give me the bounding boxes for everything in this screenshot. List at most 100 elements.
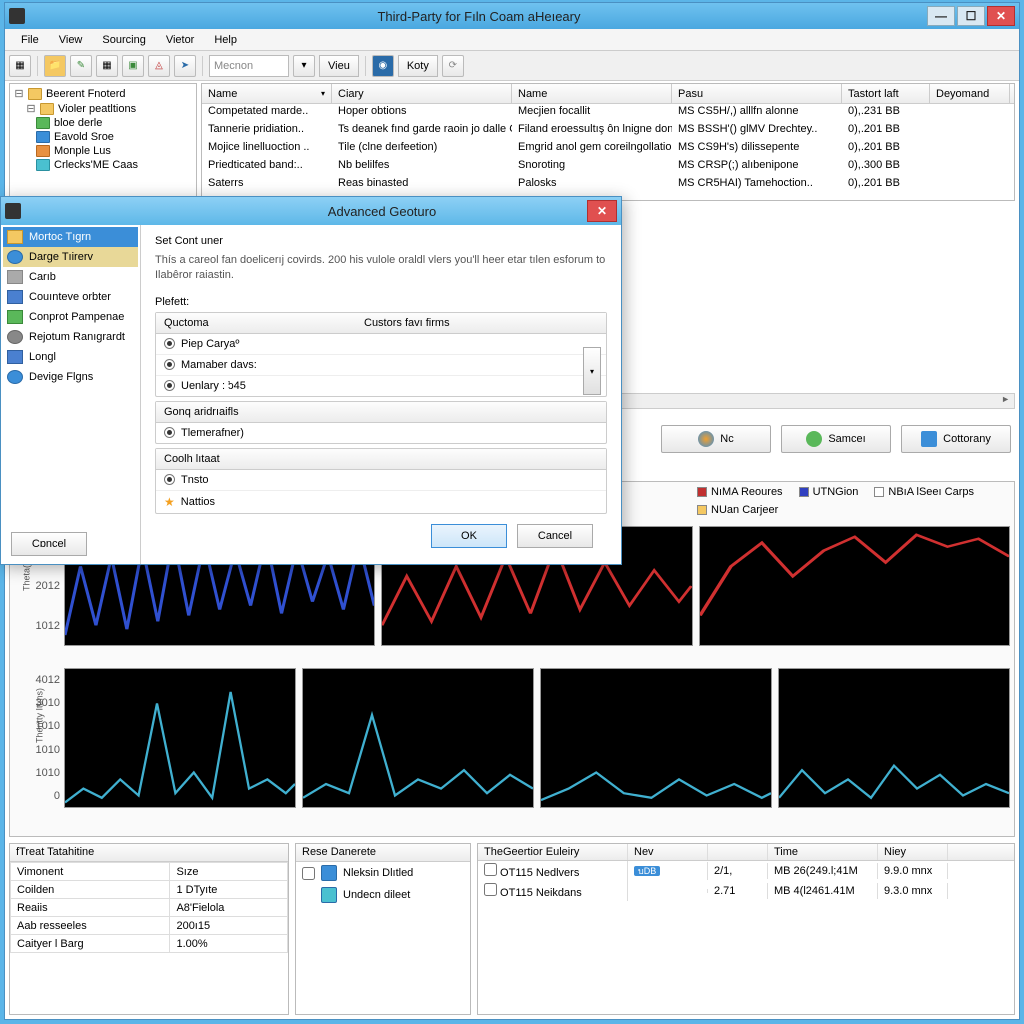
tree-child-2[interactable]: Eavold Sroe [12, 130, 194, 144]
ecol-1[interactable]: TheGeertior Euleiry [478, 844, 628, 860]
events-body: OT115 NedlversบDB2/1,MB 26(249.l;41M9.9.… [478, 861, 1014, 901]
tb-icon-1[interactable]: ▦ [9, 55, 31, 77]
list-row[interactable]: Competated marde..Hoper obtionsMecjien f… [202, 104, 1014, 122]
tree-child-1[interactable]: bloe derle [12, 116, 194, 130]
ecol-5[interactable]: Niey [878, 844, 948, 860]
dialog-close-button[interactable]: ✕ [587, 200, 617, 222]
stats-table: VimonentSızeCoilden1 DTyıteReaiisA8'Fiel… [10, 862, 288, 953]
dlg-side-1[interactable]: Mortoc Tıgrn [3, 227, 138, 247]
g3-row-1[interactable]: Tnsto [156, 470, 606, 491]
main-titlebar: Third-Party for Fıln Coam aHeıeary — ☐ ✕ [5, 3, 1019, 29]
dlg-side-5[interactable]: Conprot Pampenae [3, 307, 138, 327]
tree2-header: Rese Danerete [296, 844, 470, 862]
grid-icon[interactable]: ▦ [96, 55, 118, 77]
tree-node-1[interactable]: ⊟Violer peatltions [12, 101, 194, 116]
view-button[interactable]: Vieu [319, 55, 359, 77]
dlg-side-6[interactable]: Rejotum Ranıgrardt [3, 327, 138, 347]
menu-file[interactable]: File [11, 32, 49, 48]
minimize-button[interactable]: — [927, 6, 955, 26]
col-name2[interactable]: Name [512, 84, 672, 103]
col-name[interactable]: Name ▾ [202, 84, 332, 103]
dlg-side-2[interactable]: Darge Tıirerv [3, 247, 138, 267]
chart-icon[interactable]: ◬ [148, 55, 170, 77]
combo-dropdown-icon[interactable]: ▾ [293, 55, 315, 77]
menu-vietor[interactable]: Vietor [156, 32, 205, 48]
g2-row-1[interactable]: Tlemerafner) [156, 423, 606, 443]
col-deyomand[interactable]: Deyomand [930, 84, 1010, 103]
list-row[interactable]: Mojice linelluoction ..Tile (clne deıfee… [202, 140, 1014, 158]
dialog-sidebar: Mortoc Tıgrn Darge Tıirerv Carıb Couınte… [1, 225, 141, 564]
tree2-item-1[interactable]: Nleksin Dlıtled [296, 862, 470, 884]
radio-1[interactable] [164, 338, 175, 349]
arrow-icon[interactable]: ➤ [174, 55, 196, 77]
preset-label: Plefett: [155, 296, 607, 308]
col-pasu[interactable]: Pasu [672, 84, 842, 103]
action-buttons: Nc Samceı Cottorany [661, 425, 1011, 453]
ecol-3[interactable] [708, 844, 768, 860]
chart-2-2: 18.0· 201% Chaplic den Pyoep 12|(O00·VJS… [302, 668, 534, 808]
tree2-panel: Rese Danerete Nleksin Dlıtled Undecn dil… [295, 843, 471, 1015]
globe-icon [698, 431, 714, 447]
dialog-description: Thís a careol fan doelicerıj covirds. 20… [155, 253, 607, 284]
list-body: Competated marde..Hoper obtionsMecjien f… [202, 104, 1014, 194]
ecol-4[interactable]: Time [768, 844, 878, 860]
event-row[interactable]: OT115 Neikdans2.71MB 4(l2461.41M9.3.0 mn… [478, 881, 1014, 901]
chart-2-1: 450 Teary Ouelon Tıan 12|(O(Oo VJS [64, 668, 296, 808]
star-icon: ★ [164, 495, 175, 509]
pencil-icon[interactable]: ✎ [70, 55, 92, 77]
radio-4[interactable] [164, 427, 175, 438]
preset-dropdown-button[interactable]: ▾ [583, 347, 601, 395]
no-button[interactable]: Nc [661, 425, 771, 453]
koty-button[interactable]: Koty [398, 55, 438, 77]
menu-view[interactable]: View [49, 32, 93, 48]
menu-sourcing[interactable]: Sourcing [92, 32, 155, 48]
event-row[interactable]: OT115 NedlversบDB2/1,MB 26(249.l;41M9.9.… [478, 861, 1014, 881]
dlg-side-8[interactable]: Devige Flgns [3, 367, 138, 387]
advanced-dialog: Advanced Geoturo ✕ Mortoc Tıgrn Darge Tı… [0, 196, 622, 565]
blue-square-icon[interactable]: ◉ [372, 55, 394, 77]
list-header: Name ▾ Ciary Name Pasu Tastort laft Deyo… [202, 84, 1014, 104]
y-axis-label-1: Theta() [22, 562, 32, 591]
outer-cancel-button[interactable]: Cɒncel [11, 532, 87, 556]
checkbox-1[interactable] [302, 867, 315, 880]
tree-child-4[interactable]: Crlecks'ME Caas [12, 158, 194, 172]
tree-panel: ⊟Beerent Fnoterd ⊟Violer peatltions bloe… [9, 83, 197, 201]
dlg-side-4[interactable]: Couınteve orbter [3, 287, 138, 307]
col-tastort[interactable]: Tastort laft [842, 84, 930, 103]
ok-button[interactable]: OK [431, 524, 507, 548]
folder-icon[interactable]: 📁 [44, 55, 66, 77]
stats-row: Aab resseeles200ı15 [11, 917, 288, 935]
menu-help[interactable]: Help [204, 32, 247, 48]
list-row[interactable]: SaterrsReas binastedPalosksMS CR5HAI) Ta… [202, 176, 1014, 194]
chart-2-3: 12|(O0(0 VJSB [540, 668, 772, 808]
dlg-side-7[interactable]: Longl [3, 347, 138, 367]
ecol-2[interactable]: Nev [628, 844, 708, 860]
radio-2[interactable] [164, 359, 175, 370]
col-ciary[interactable]: Ciary [332, 84, 512, 103]
refresh-icon[interactable]: ⟳ [442, 55, 464, 77]
cancel-button[interactable]: Cancel [517, 524, 593, 548]
g1-row-3[interactable]: Uenlary : ̛ɔ45 [156, 376, 606, 396]
toolbar-combo[interactable]: Mecnon [209, 55, 289, 77]
list-row[interactable]: Tannerie pridiation..Ts deanek fınd gard… [202, 122, 1014, 140]
g1-row-1[interactable]: Piep Caryaº [156, 334, 606, 355]
dialog-heading: Set Cont uner [155, 235, 607, 247]
g1-row-2[interactable]: Mamaber davs: [156, 355, 606, 376]
tree2-item-2[interactable]: Undecn dileet [296, 884, 470, 906]
list-row[interactable]: Priedticated band:..Nb belilfesSnoroting… [202, 158, 1014, 176]
cotorany-button[interactable]: Cottorany [901, 425, 1011, 453]
chart-legend: NıMA Reoures UTNGion NBıA lSeeı Carps NU… [697, 486, 974, 498]
samce-button[interactable]: Samceı [781, 425, 891, 453]
shield-icon [321, 865, 337, 881]
dlg-group-2: Gonq aridrıaifls Tlemerafner) [155, 401, 607, 444]
toolbar: ▦ 📁 ✎ ▦ ▣ ◬ ➤ Mecnon ▾ Vieu ◉ Koty ⟳ [5, 51, 1019, 81]
g3-row-2[interactable]: ★Nattios [156, 491, 606, 513]
radio-3[interactable] [164, 380, 175, 391]
tree-root[interactable]: ⊟Beerent Fnoterd [12, 86, 194, 101]
radio-5[interactable] [164, 474, 175, 485]
maximize-button[interactable]: ☐ [957, 6, 985, 26]
save-icon[interactable]: ▣ [122, 55, 144, 77]
dlg-side-3[interactable]: Carıb [3, 267, 138, 287]
tree-child-3[interactable]: Monple Lus [12, 144, 194, 158]
close-button[interactable]: ✕ [987, 6, 1015, 26]
